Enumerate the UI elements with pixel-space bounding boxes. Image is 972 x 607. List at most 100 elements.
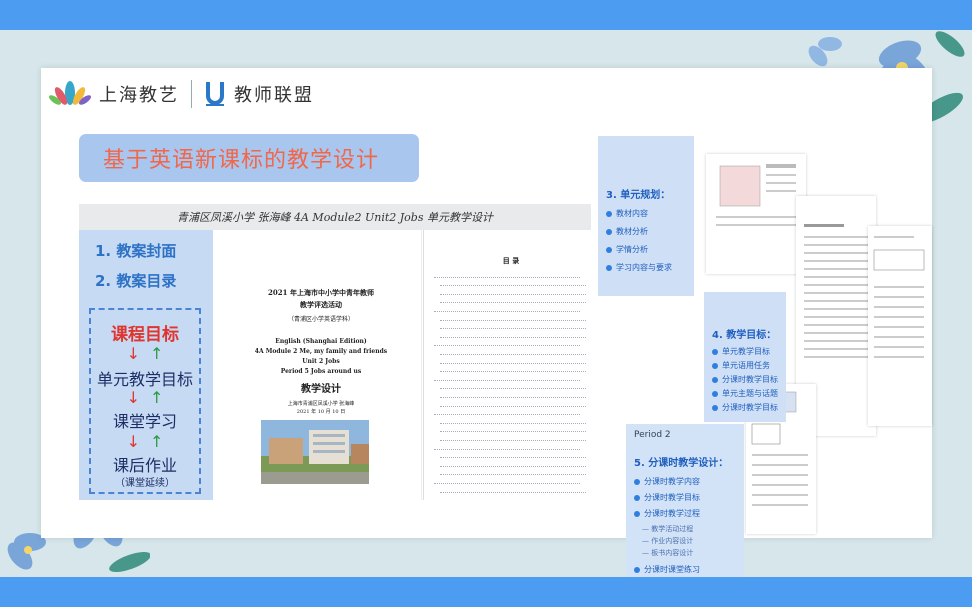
period-label: Period 2 [634, 430, 671, 440]
toc-leader [440, 360, 586, 364]
toc-line [438, 470, 588, 477]
toc-line [438, 435, 588, 442]
mini-page-content [716, 164, 796, 226]
toc-leader [440, 334, 586, 338]
toc-leader [440, 317, 586, 321]
toc-leader [440, 463, 586, 467]
flow-step-curriculum-goal: 课程目标 [111, 325, 179, 345]
toc-leader [440, 489, 586, 493]
bullet-icon [634, 494, 640, 501]
toc-leader [434, 480, 580, 484]
toc-line [438, 367, 588, 374]
flow-step-classroom: 课堂学习 [112, 412, 177, 431]
card-lesson-design-heading: 5. 分课时教学设计： [634, 458, 729, 469]
toc-leader [440, 428, 586, 433]
school-building-photo [261, 420, 369, 484]
toc-leader [434, 274, 580, 278]
flow-arrows-icon: ↓ ↑ [126, 388, 164, 407]
teacher-alliance-logo-icon [206, 82, 224, 106]
cover-line: Unit 2 Jobs [302, 358, 340, 365]
toc-leader [440, 351, 586, 355]
card-item: 单元语用任务 [712, 360, 770, 371]
toc-line [432, 478, 582, 485]
toc-line [438, 461, 588, 468]
flow-arrows-icon: ↓ ↑ [126, 344, 164, 363]
cover-line: Period 5 Jobs around us [280, 368, 362, 375]
document-header-strip: 青浦区凤溪小学 张海峰 4A Module2 Unit2 Jobs 单元教学设计 [79, 204, 591, 230]
card-item: 分课时教学目标 [712, 402, 778, 413]
mini-page [706, 154, 806, 274]
lesson-plan-toc-page: 目 录 [423, 230, 598, 500]
bullet-icon [606, 246, 612, 253]
toc-line [432, 444, 582, 451]
outline-item-cover: 1. 教案封面 [95, 242, 177, 260]
mini-page-content [873, 236, 925, 358]
toc-leader [434, 342, 580, 347]
toc-leader [434, 377, 580, 381]
mini-page [868, 226, 932, 426]
toc-line [438, 349, 588, 356]
toc-leader [440, 437, 586, 441]
toc-line [438, 289, 588, 296]
bullet-icon [606, 264, 612, 271]
card-teaching-goals-heading: 4. 教学目标： [712, 330, 777, 341]
outline-item-toc: 2. 教案目录 [95, 272, 177, 290]
toc-line [438, 332, 588, 339]
bullet-icon [712, 348, 718, 355]
toc-line [438, 298, 588, 305]
card-subitem: — 作业内容设计 [642, 537, 694, 545]
bullet-icon [634, 510, 640, 517]
toc-line [432, 306, 582, 313]
toc-leader [434, 411, 580, 416]
toc-leader [440, 282, 586, 287]
flow-step-note: （课堂延续） [115, 478, 175, 489]
toc-line [438, 401, 588, 408]
document-header-text: 青浦区凤溪小学 张海峰 4A Module2 Unit2 Jobs 单元教学设计 [177, 211, 493, 224]
presentation-slide: 上海教艺 教师联盟 基于英语新课标的教学设计 青浦区凤溪小学 张海峰 4A Mo… [41, 68, 932, 588]
card-subitem: — 教学活动过程 [642, 525, 694, 533]
card-item: 单元主题与话题 [712, 388, 778, 399]
card-subitem: — 板书内容设计 [642, 549, 694, 557]
card-item: 分课时教学过程 [634, 508, 700, 519]
cover-line: 教学评选活动 [300, 300, 342, 309]
toc-line [432, 375, 582, 382]
brand-name-primary: 上海教艺 [99, 85, 179, 106]
slide-title: 基于英语新课标的教学设计 [103, 148, 380, 173]
toc-line [438, 453, 588, 460]
card-item: 分课时教学内容 [634, 476, 700, 487]
toc-line [432, 410, 582, 417]
card-item: 分课时教学目标 [634, 492, 700, 503]
card-unit-planning-heading: 3. 单元规划： [606, 190, 671, 201]
lesson-plan-cover-page: 2021 年上海市中小学中青年教师 教学评选活动 （青浦区小学英语学科） Eng… [221, 230, 422, 500]
bullet-icon [634, 478, 640, 485]
toc-leader [440, 368, 586, 373]
bottom-bar [0, 577, 972, 607]
toc-leader [440, 299, 586, 304]
toc-leader [440, 325, 586, 330]
bullet-icon [712, 362, 718, 369]
flow-step-unit-goal: 单元教学目标 [96, 370, 193, 389]
toc-line [438, 418, 588, 425]
brand-name-secondary: 教师联盟 [234, 85, 314, 106]
toc-line [438, 358, 588, 365]
toc-line [432, 341, 582, 348]
cover-line: 4A Module 2 Me, my family and friends [254, 348, 388, 355]
toc-line [432, 272, 582, 279]
toc-line [438, 427, 588, 434]
toc-line [438, 384, 588, 391]
bullet-icon [712, 376, 718, 383]
toc-line [438, 392, 588, 399]
toc-line [438, 281, 588, 288]
card-lesson-design: Period 2 5. 分课时教学设计： 分课时教学内容 分课时教学目标 分课时… [626, 424, 744, 588]
left-outline-panel: 1. 教案封面 2. 教案目录 课程目标 ↓ ↑ 单元教学目标 ↓ ↑ 课堂学习 ↓… [79, 230, 213, 500]
card-unit-planning: 3. 单元规划： 教材内容 教材分析 学情分析 学习内容与要求 [598, 136, 694, 296]
toc-leader [440, 385, 586, 390]
cover-line: 2021 年 10 月 10 日 [296, 409, 346, 415]
cover-line: English (Shanghai Edition) [275, 338, 367, 345]
bullet-icon [634, 566, 640, 573]
toc-line [438, 324, 588, 331]
lotus-logo-icon [49, 81, 91, 105]
toc-leader [434, 446, 580, 450]
toc-leader [440, 291, 586, 295]
bullet-icon [606, 210, 612, 217]
